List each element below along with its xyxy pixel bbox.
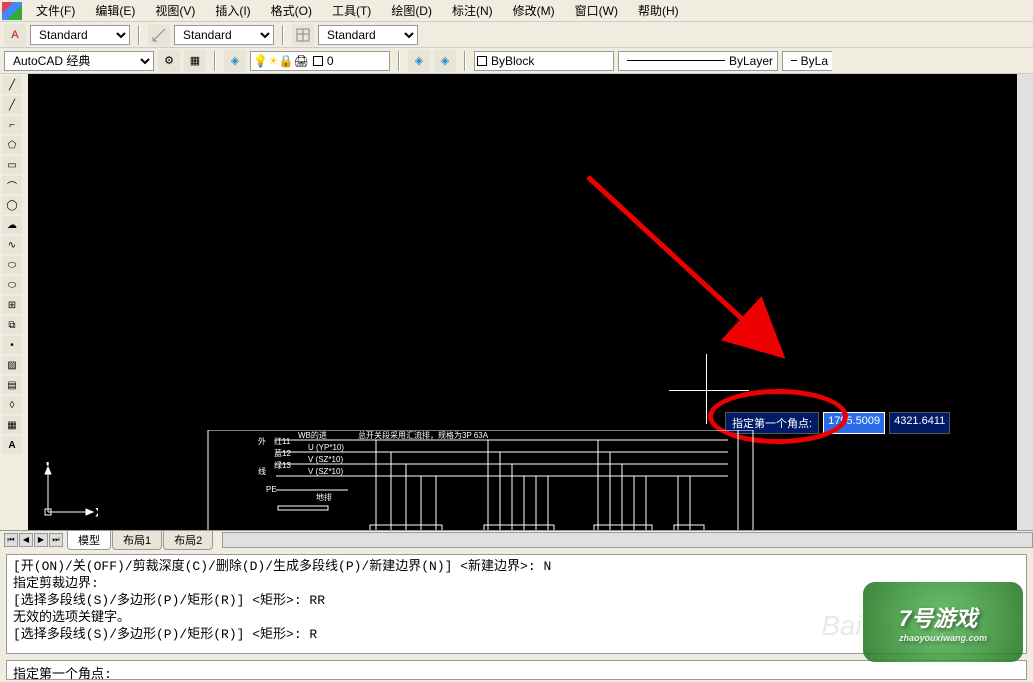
color-select[interactable]: ByBlock (474, 51, 614, 71)
linetype-select[interactable]: ByLayer (618, 51, 778, 71)
tab-nav-last-icon[interactable]: ⏭ (49, 533, 63, 547)
tab-model[interactable]: 模型 (67, 530, 111, 550)
crosshair-vertical (706, 354, 707, 424)
tab-layout1[interactable]: 布局1 (112, 530, 162, 550)
drawing-content: WB的进 总开关段采用汇流排，规格为3P 63A U (YP*10) V (SZ… (178, 430, 758, 530)
ellipse-arc-icon[interactable]: ⬭ (2, 276, 22, 294)
menu-window[interactable]: 窗口(W) (565, 0, 628, 21)
lineweight-name: ByLa (801, 54, 828, 68)
layout-tabs-bar: ⏮ ◀ ▶ ⏭ 模型 布局1 布局2 (0, 530, 1033, 548)
menu-modify[interactable]: 修改(M) (503, 0, 565, 21)
layer-manager-icon[interactable]: ◈ (224, 50, 246, 72)
svg-text:地排: 地排 (316, 492, 332, 502)
hatch-icon[interactable]: ▨ (2, 356, 22, 374)
gradient-icon[interactable]: ▤ (2, 376, 22, 394)
svg-text:U (YP*10): U (YP*10) (308, 443, 344, 452)
menu-bar: 文件(F) 编辑(E) 视图(V) 插入(I) 格式(O) 工具(T) 绘图(D… (0, 0, 1033, 22)
crosshair-horizontal (669, 390, 749, 391)
svg-text:线: 线 (258, 466, 266, 476)
svg-text:蓝12: 蓝12 (274, 448, 291, 458)
tab-nav-prev-icon[interactable]: ◀ (19, 533, 33, 547)
revision-cloud-icon[interactable]: ☁ (2, 216, 22, 234)
svg-text:WB的进: WB的进 (298, 430, 327, 440)
menu-format[interactable]: 格式(O) (261, 0, 322, 21)
line-icon[interactable]: ╱ (2, 76, 22, 94)
svg-text:X: X (96, 507, 98, 519)
arc-icon[interactable]: ⌒ (2, 176, 22, 194)
mtext-icon[interactable]: A (2, 436, 22, 454)
ucs-icon: X Y (38, 462, 98, 522)
dim-style-icon[interactable] (148, 24, 170, 46)
svg-text:PE: PE (266, 485, 277, 494)
layer-select[interactable]: 💡☀🔒🖨 0 (250, 51, 390, 71)
menu-tools[interactable]: 工具(T) (322, 0, 381, 21)
construction-line-icon[interactable]: ╱ (2, 96, 22, 114)
properties-toolbar: AutoCAD 经典 ⚙ ▦ ◈ 💡☀🔒🖨 0 ◈ ◈ ByBlock ByLa… (0, 48, 1033, 74)
text-style-icon[interactable]: A (4, 24, 26, 46)
viewport-scrollbar-h[interactable] (222, 532, 1033, 548)
tab-nav-first-icon[interactable]: ⏮ (4, 533, 18, 547)
dynamic-x-value[interactable]: 1795.5009 (823, 412, 885, 434)
svg-text:绿13: 绿13 (274, 461, 291, 470)
point-icon[interactable]: • (2, 336, 22, 354)
tab-nav-next-icon[interactable]: ▶ (34, 533, 48, 547)
svg-text:V (SZ*10): V (SZ*10) (308, 455, 343, 464)
svg-text:Y: Y (44, 462, 52, 468)
dynamic-y-value[interactable]: 4321.6411 (889, 412, 950, 434)
layer-states-icon[interactable]: ◈ (434, 50, 456, 72)
workspace-explorer-icon[interactable]: ▦ (184, 50, 206, 72)
viewport-scrollbar-v[interactable] (1017, 74, 1033, 530)
linetype-name: ByLayer (729, 54, 773, 68)
polyline-icon[interactable]: ⌐ (2, 116, 22, 134)
menu-draw[interactable]: 绘图(D) (381, 0, 442, 21)
ellipse-icon[interactable]: ⬭ (2, 256, 22, 274)
table-icon[interactable]: ▦ (2, 416, 22, 434)
spline-icon[interactable]: ∿ (2, 236, 22, 254)
polygon-icon[interactable]: ⬠ (2, 136, 22, 154)
annotation-arrow (583, 172, 793, 362)
svg-text:总开关段采用汇流排，规格为3P 63A: 总开关段采用汇流排，规格为3P 63A (358, 430, 489, 440)
text-style-select[interactable]: Standard (30, 25, 130, 45)
tab-layout2[interactable]: 布局2 (163, 530, 213, 550)
command-input[interactable]: 指定第一个角点: (6, 660, 1027, 680)
dim-style-select[interactable]: Standard (174, 25, 274, 45)
menu-dimension[interactable]: 标注(N) (442, 0, 503, 21)
rectangle-icon[interactable]: ▭ (2, 156, 22, 174)
make-block-icon[interactable]: ⧉ (2, 316, 22, 334)
workspace-select[interactable]: AutoCAD 经典 (4, 51, 154, 71)
menu-view[interactable]: 视图(V) (145, 0, 205, 21)
color-name: ByBlock (491, 54, 534, 68)
draw-toolbar: ╱ ╱ ⌐ ⬠ ▭ ⌒ ◯ ☁ ∿ ⬭ ⬭ ⊞ ⧉ • ▨ ▤ ◊ ▦ A (0, 74, 28, 530)
layer-previous-icon[interactable]: ◈ (408, 50, 430, 72)
lineweight-select[interactable]: ByLa (782, 51, 832, 71)
style-toolbar: A Standard Standard Standard (0, 22, 1033, 48)
main-area: ╱ ╱ ⌐ ⬠ ▭ ⌒ ◯ ☁ ∿ ⬭ ⬭ ⊞ ⧉ • ▨ ▤ ◊ ▦ A 指定… (0, 74, 1033, 530)
svg-text:V (SZ*10): V (SZ*10) (308, 467, 343, 476)
menu-file[interactable]: 文件(F) (26, 0, 85, 21)
insert-block-icon[interactable]: ⊞ (2, 296, 22, 314)
menu-help[interactable]: 帮助(H) (628, 0, 689, 21)
circle-icon[interactable]: ◯ (2, 196, 22, 214)
drawing-viewport[interactable]: 指定第一个角点: 1795.5009 4321.6411 WB的进 总开关段采用… (28, 74, 1017, 530)
table-style-icon[interactable] (292, 24, 314, 46)
layer-name: 0 (327, 54, 334, 68)
dynamic-input: 指定第一个角点: 1795.5009 4321.6411 (725, 412, 950, 434)
watermark-logo: 7号游戏 zhaoyouxiwang.com (863, 582, 1023, 662)
menu-insert[interactable]: 插入(I) (205, 0, 260, 21)
region-icon[interactable]: ◊ (2, 396, 22, 414)
table-style-select[interactable]: Standard (318, 25, 418, 45)
app-logo-icon (2, 2, 22, 20)
menu-edit[interactable]: 编辑(E) (85, 0, 145, 21)
workspace-settings-icon[interactable]: ⚙ (158, 50, 180, 72)
svg-text:外: 外 (258, 436, 266, 446)
svg-text:红11: 红11 (274, 436, 291, 446)
